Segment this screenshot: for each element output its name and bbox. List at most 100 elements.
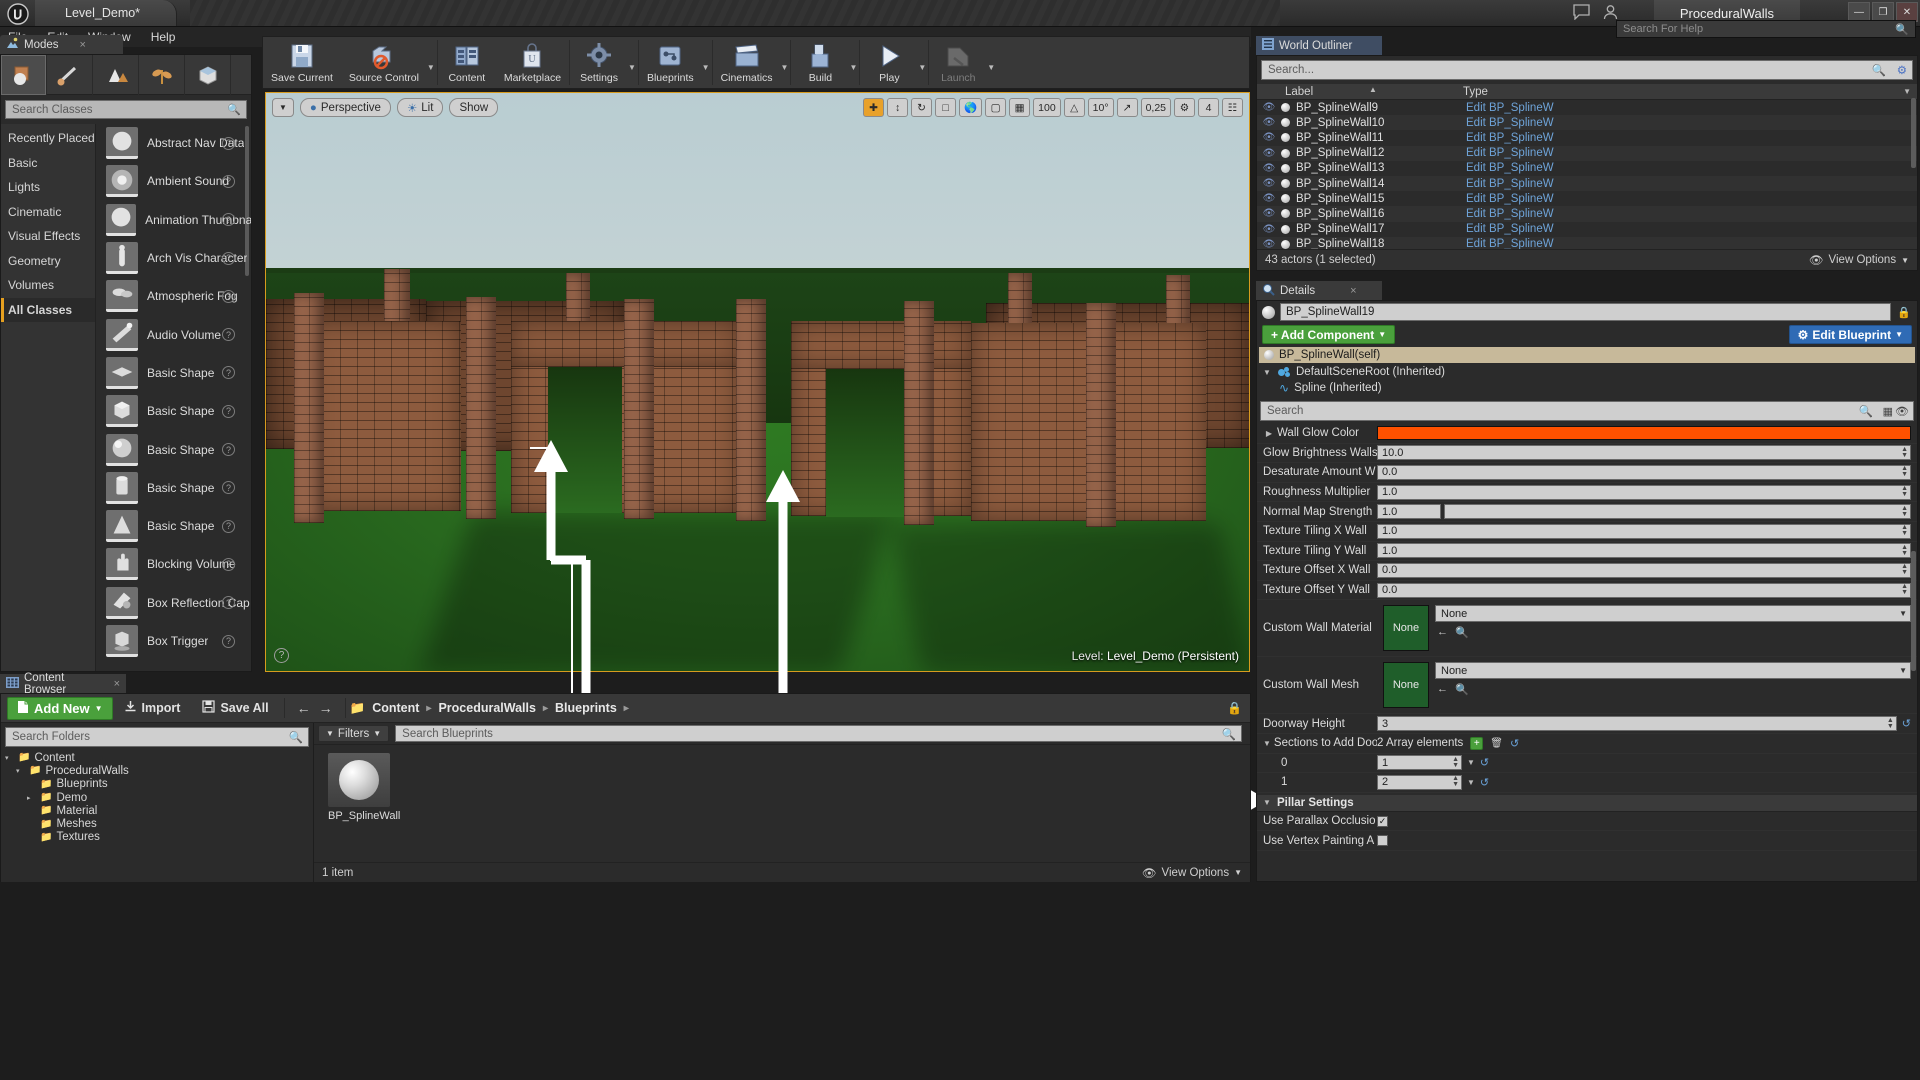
toolbar-source-control-button[interactable]: Source Control [341,37,427,84]
translate-tool-icon[interactable]: ↕ [887,98,909,117]
outliner-row[interactable]: 👁 BP_SplineWall10 Edit BP_SplineW [1257,115,1917,131]
component-spline-row[interactable]: ∿ Spline (Inherited) [1257,380,1917,396]
search-classes-input[interactable]: Search Classes 🔍 [5,100,247,119]
toolbar-play-button[interactable]: Play [860,37,918,84]
camera-speed-value[interactable]: 100 [1033,98,1061,117]
outliner-row-type[interactable]: Edit BP_SplineW [1466,117,1554,129]
eye-icon[interactable]: 👁 [1257,193,1281,204]
toolbar-settings-button[interactable]: Settings [570,37,628,84]
rotation-snap-value[interactable]: 10° [1087,98,1114,117]
class-help-icon[interactable]: ? [222,328,235,342]
property-value-input[interactable]: 10.0 ▲ ▼ [1377,445,1911,461]
reset-to-default-icon[interactable]: ↺ [1510,737,1519,750]
world-outliner-tab-header[interactable]: World Outliner [1256,36,1382,55]
class-list-item[interactable]: Blocking Volume? [96,545,251,583]
spinner-icon[interactable]: ▲ ▼ [1887,717,1894,730]
folder-tree-item[interactable]: 📁 Blueprints [5,778,313,791]
class-help-icon[interactable]: ? [222,634,235,648]
forward-navigation-icon[interactable]: → [319,700,333,716]
details-tab-header[interactable]: Details × [1256,281,1382,300]
folder-tree-item[interactable]: ▾ 📁 ProceduralWalls [5,764,313,777]
outliner-row[interactable]: 👁 BP_SplineWall17 Edit BP_SplineW [1257,222,1917,237]
breadcrumb-item[interactable]: ProceduralWalls [438,701,536,715]
add-new-button[interactable]: Add New ▼ [7,696,113,720]
chevron-down-icon[interactable]: ▼ [918,63,926,72]
property-value-input[interactable]: 1.0 ▲ ▼ [1377,543,1911,559]
outliner-row[interactable]: 👁 BP_SplineWall11 Edit BP_SplineW [1257,130,1917,145]
outliner-search-input[interactable]: Search... 🔍 ⚙ [1261,60,1913,80]
class-help-icon[interactable]: ? [222,136,235,150]
chevron-down-icon[interactable]: ▼ [1467,758,1475,767]
eye-icon[interactable]: 👁 [1257,224,1281,235]
landscape-mode[interactable] [93,55,139,95]
edit-blueprint-button[interactable]: ⚙ Edit Blueprint ▼ [1788,325,1912,344]
layout-count-value[interactable]: 4 [1198,98,1219,117]
empty-array-icon[interactable]: 🗑 [1490,738,1503,749]
reset-to-default-icon[interactable]: ↺ [1902,717,1911,730]
tree-expander-icon[interactable]: ▾ [16,767,25,775]
camera-speed-slider-icon[interactable]: ⚙ [1174,98,1195,117]
class-help-icon[interactable]: ? [222,481,235,495]
class-help-icon[interactable]: ? [222,443,235,457]
content-browser-tab-header[interactable]: Content Browser × [0,672,126,696]
class-list-item[interactable]: Audio Volume? [96,315,251,353]
import-button[interactable]: Import [113,700,192,716]
class-help-icon[interactable]: ? [222,557,235,571]
surface-snap-icon[interactable]: ▢ [985,98,1007,117]
browse-to-asset-icon[interactable]: 🔍 [1455,626,1469,639]
lighting-mode-button[interactable]: ☀ Lit [396,98,444,117]
component-self-row[interactable]: BP_SplineWall(self) [1259,347,1915,363]
spinner-icon[interactable]: ▲ ▼ [1452,756,1459,769]
outliner-scrollbar[interactable] [1911,98,1916,168]
outliner-row-type[interactable]: Edit BP_SplineW [1466,147,1554,159]
details-tab-close-icon[interactable]: × [1350,285,1356,297]
spinner-icon[interactable]: ▲ ▼ [1901,524,1908,537]
class-list-item[interactable]: Arch Vis Character? [96,239,251,277]
property-value-input[interactable]: ▲ ▼ [1444,504,1911,520]
class-category-volumes[interactable]: Volumes [1,273,95,298]
rotate-tool-icon[interactable]: ↻ [911,98,933,117]
toolbar-launch-button[interactable]: Launch [929,37,987,84]
column-options-icon[interactable]: ▼ [1903,87,1911,96]
component-root-row[interactable]: ▼ DefaultSceneRoot (Inherited) [1257,364,1917,380]
help-search-field[interactable]: Search For Help 🔍 [1616,20,1916,38]
folder-search-input[interactable]: Search Folders 🔍 [5,727,309,747]
add-array-element-button[interactable]: + [1470,736,1484,750]
angle-snap-icon[interactable]: △ [1063,98,1085,117]
array-element-input[interactable]: 1 ▲ ▼ [1377,755,1462,771]
details-lock-icon[interactable]: 🔒 [1896,306,1912,319]
viewport-help-icon[interactable]: ? [274,648,289,663]
class-list-item[interactable]: Basic Shape? [96,507,251,545]
spinner-icon[interactable]: ▲ ▼ [1452,775,1459,788]
paint-mode[interactable] [47,55,93,95]
maximize-viewport-icon[interactable]: ☷ [1222,98,1243,117]
outliner-row-type[interactable]: Edit BP_SplineW [1466,208,1554,220]
class-list-item[interactable]: Basic Shape? [96,430,251,468]
toolbar-blueprints-button[interactable]: Blueprints [639,37,702,84]
outliner-filter-icon[interactable]: ⚙ [1897,63,1907,77]
grid-view-icon[interactable]: ▦ [1883,405,1893,418]
modes-tab-header[interactable]: Modes × [0,35,123,54]
class-category-geometry[interactable]: Geometry [1,249,95,274]
eye-icon[interactable]: 👁 [1257,132,1281,143]
eye-icon[interactable]: 👁 [1257,178,1281,189]
scale-tool-icon[interactable]: □ [935,98,957,117]
class-category-all-classes[interactable]: All Classes [1,297,95,322]
asset-thumbnail[interactable]: None [1383,662,1429,709]
checkbox[interactable]: ✓ [1377,815,1388,827]
pillar-settings-header[interactable]: ▼ Pillar Settings [1257,794,1917,812]
outliner-row-type[interactable]: Edit BP_SplineW [1466,223,1554,235]
outliner-row-type[interactable]: Edit BP_SplineW [1466,132,1554,144]
folder-tree-item[interactable]: ▾ 📁 Content [5,751,313,764]
reset-to-default-icon[interactable]: ↺ [1480,756,1489,769]
use-selected-asset-icon[interactable]: ← [1437,626,1448,639]
outliner-row-type[interactable]: Edit BP_SplineW [1466,162,1554,174]
class-list-item[interactable]: Basic Shape? [96,469,251,507]
minimize-button[interactable]: — [1848,2,1870,22]
class-category-cinematic[interactable]: Cinematic [1,200,95,225]
asset-combo-box[interactable]: None ▼ [1435,605,1911,623]
tree-expander-icon[interactable]: ▸ [27,794,36,802]
spinner-icon[interactable]: ▲ ▼ [1901,563,1908,576]
column-header-type[interactable]: Type [1457,86,1917,98]
level-tab[interactable]: Level_Demo* [35,0,178,26]
